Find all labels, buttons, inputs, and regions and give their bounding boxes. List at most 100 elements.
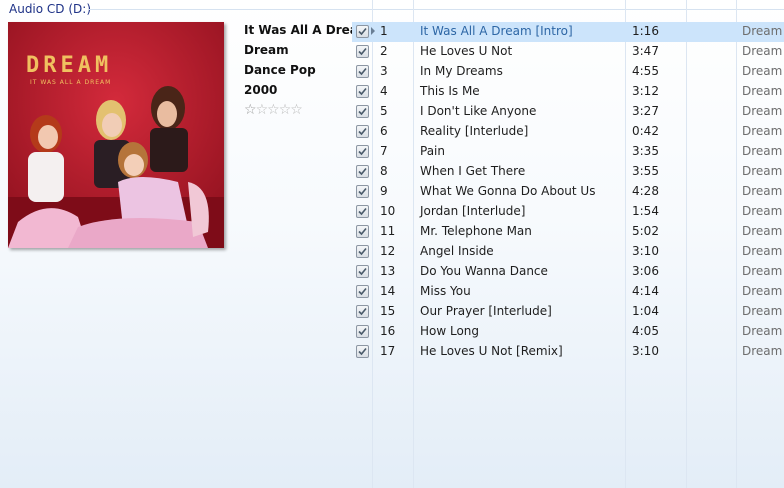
track-row[interactable]: 12 Angel Inside 3:10 Dream xyxy=(352,242,784,262)
track-checkbox[interactable] xyxy=(356,205,369,218)
track-length: 3:12 xyxy=(632,84,659,98)
track-number: 6 xyxy=(380,124,388,138)
track-artist: Dream xyxy=(742,284,783,298)
track-row[interactable]: 17 He Loves U Not [Remix] 3:10 Dream xyxy=(352,342,784,362)
track-checkbox[interactable] xyxy=(356,65,369,78)
track-row[interactable]: 10 Jordan [Interlude] 1:54 Dream xyxy=(352,202,784,222)
track-checkbox[interactable] xyxy=(356,45,369,58)
track-artist: Dream xyxy=(742,324,783,338)
track-title[interactable]: When I Get There xyxy=(420,164,525,178)
track-artist: Dream xyxy=(742,224,783,238)
track-number: 1 xyxy=(380,24,388,38)
track-number: 16 xyxy=(380,324,396,338)
track-length: 3:47 xyxy=(632,44,659,58)
track-row[interactable]: 3 In My Dreams 4:55 Dream xyxy=(352,62,784,82)
track-row[interactable]: 8 When I Get There 3:55 Dream xyxy=(352,162,784,182)
track-row[interactable]: 7 Pain 3:35 Dream xyxy=(352,142,784,162)
album-artist[interactable]: Dream xyxy=(244,42,354,62)
track-artist: Dream xyxy=(742,24,783,38)
track-length: 4:05 xyxy=(632,324,659,338)
track-checkbox[interactable] xyxy=(356,185,369,198)
track-row[interactable]: 9 What We Gonna Do About Us 4:28 Dream xyxy=(352,182,784,202)
album-genre[interactable]: Dance Pop xyxy=(244,62,354,82)
track-checkbox[interactable] xyxy=(356,105,369,118)
track-number: 5 xyxy=(380,104,388,118)
track-row[interactable]: 14 Miss You 4:14 Dream xyxy=(352,282,784,302)
track-row[interactable]: 13 Do You Wanna Dance 3:06 Dream xyxy=(352,262,784,282)
album-cover-art[interactable]: DREAM IT WAS ALL A DREAM xyxy=(8,22,224,248)
track-row[interactable]: 2 He Loves U Not 3:47 Dream xyxy=(352,42,784,62)
track-checkbox[interactable] xyxy=(356,125,369,138)
track-length: 5:02 xyxy=(632,224,659,238)
rating-star-icon[interactable]: ☆ xyxy=(279,102,292,118)
album-year[interactable]: 2000 xyxy=(244,82,354,102)
track-number: 14 xyxy=(380,284,396,298)
track-title[interactable]: Mr. Telephone Man xyxy=(420,224,532,238)
track-length: 3:10 xyxy=(632,244,659,258)
track-checkbox[interactable] xyxy=(356,85,369,98)
track-number: 15 xyxy=(380,304,396,318)
track-title[interactable]: Jordan [Interlude] xyxy=(420,204,525,218)
track-row[interactable]: 1 It Was All A Dream [Intro] 1:16 Dream xyxy=(352,22,784,42)
track-number: 8 xyxy=(380,164,388,178)
track-number: 10 xyxy=(380,204,396,218)
track-checkbox[interactable] xyxy=(356,145,369,158)
track-checkbox[interactable] xyxy=(356,25,369,38)
track-artist: Dream xyxy=(742,344,783,358)
track-title[interactable]: Angel Inside xyxy=(420,244,494,258)
track-row[interactable]: 4 This Is Me 3:12 Dream xyxy=(352,82,784,102)
track-number: 17 xyxy=(380,344,396,358)
track-title[interactable]: In My Dreams xyxy=(420,64,503,78)
track-length: 3:10 xyxy=(632,344,659,358)
track-title[interactable]: It Was All A Dream [Intro] xyxy=(420,24,573,38)
track-artist: Dream xyxy=(742,264,783,278)
track-row[interactable]: 16 How Long 4:05 Dream xyxy=(352,322,784,342)
track-checkbox[interactable] xyxy=(356,305,369,318)
track-row[interactable]: 6 Reality [Interlude] 0:42 Dream xyxy=(352,122,784,142)
track-title[interactable]: He Loves U Not [Remix] xyxy=(420,344,563,358)
track-title[interactable]: Our Prayer [Interlude] xyxy=(420,304,552,318)
track-length: 3:27 xyxy=(632,104,659,118)
track-title[interactable]: Reality [Interlude] xyxy=(420,124,528,138)
rating-star-icon[interactable]: ☆ xyxy=(290,102,303,118)
track-artist: Dream xyxy=(742,144,783,158)
album-rating[interactable]: ☆☆☆☆☆ xyxy=(244,102,354,122)
track-checkbox[interactable] xyxy=(356,225,369,238)
track-number: 13 xyxy=(380,264,396,278)
track-title[interactable]: Pain xyxy=(420,144,445,158)
rating-star-icon[interactable]: ☆ xyxy=(256,102,269,118)
track-artist: Dream xyxy=(742,44,783,58)
rating-star-icon[interactable]: ☆ xyxy=(267,102,280,118)
track-checkbox[interactable] xyxy=(356,265,369,278)
group-header[interactable]: Audio CD (D:) xyxy=(0,0,784,17)
track-number: 9 xyxy=(380,184,388,198)
track-artist: Dream xyxy=(742,304,783,318)
track-title[interactable]: This Is Me xyxy=(420,84,480,98)
track-length: 1:04 xyxy=(632,304,659,318)
track-title[interactable]: How Long xyxy=(420,324,479,338)
track-title[interactable]: He Loves U Not xyxy=(420,44,512,58)
track-artist: Dream xyxy=(742,204,783,218)
track-length: 1:54 xyxy=(632,204,659,218)
album-title[interactable]: It Was All A Dream xyxy=(244,22,370,42)
track-row[interactable]: 15 Our Prayer [Interlude] 1:04 Dream xyxy=(352,302,784,322)
track-length: 3:06 xyxy=(632,264,659,278)
track-artist: Dream xyxy=(742,124,783,138)
rating-star-icon[interactable]: ☆ xyxy=(244,102,257,118)
track-checkbox[interactable] xyxy=(356,165,369,178)
track-title[interactable]: Miss You xyxy=(420,284,471,298)
track-title[interactable]: What We Gonna Do About Us xyxy=(420,184,595,198)
track-checkbox[interactable] xyxy=(356,345,369,358)
track-title[interactable]: I Don't Like Anyone xyxy=(420,104,536,118)
track-number: 7 xyxy=(380,144,388,158)
cover-logo: DREAM xyxy=(26,53,112,78)
track-number: 4 xyxy=(380,84,388,98)
track-checkbox[interactable] xyxy=(356,285,369,298)
track-row[interactable]: 11 Mr. Telephone Man 5:02 Dream xyxy=(352,222,784,242)
track-row[interactable]: 5 I Don't Like Anyone 3:27 Dream xyxy=(352,102,784,122)
track-artist: Dream xyxy=(742,164,783,178)
track-checkbox[interactable] xyxy=(356,245,369,258)
track-artist: Dream xyxy=(742,184,783,198)
track-title[interactable]: Do You Wanna Dance xyxy=(420,264,548,278)
track-checkbox[interactable] xyxy=(356,325,369,338)
